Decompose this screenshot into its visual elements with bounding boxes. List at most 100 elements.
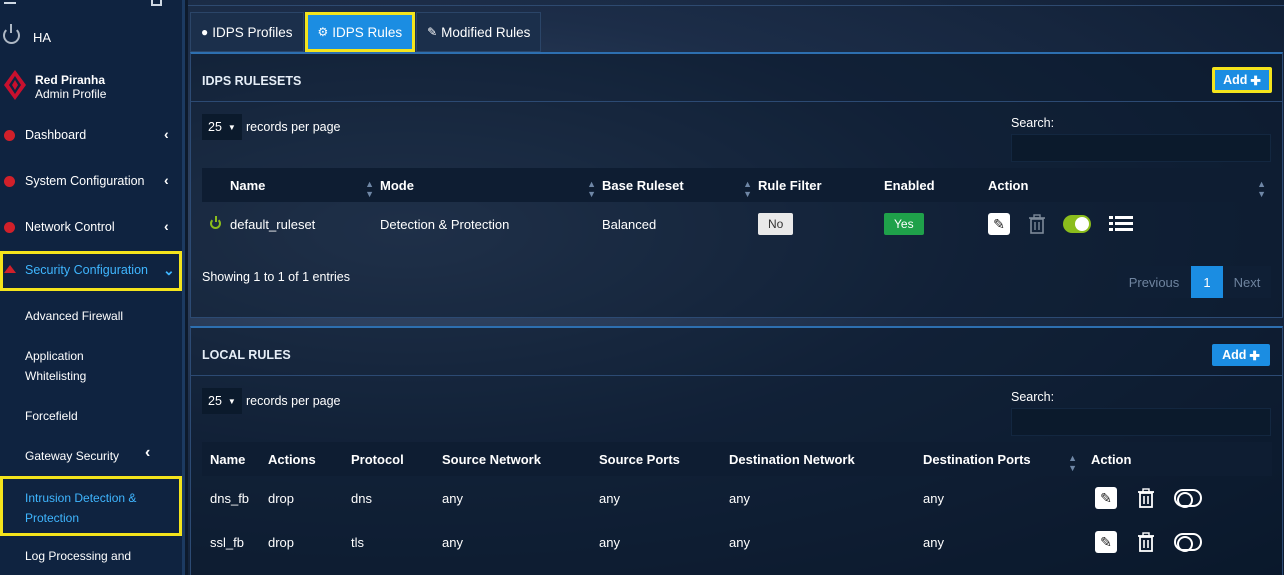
local-rules-table: Name Actions Protocol Source Network Sou…	[202, 442, 1272, 564]
trash-icon[interactable]	[1135, 487, 1157, 509]
dashboard-icon	[4, 130, 15, 141]
tab-idps-rules[interactable]: ⚙ IDPS Rules	[304, 12, 416, 52]
add-local-rule-button[interactable]: Add ✚	[1212, 344, 1270, 366]
column-header-name[interactable]: Name	[202, 442, 268, 476]
ruleset-name: default_ruleset	[230, 216, 316, 232]
column-header-source-network[interactable]: Source Network	[442, 442, 599, 476]
column-label: Enabled	[884, 177, 935, 193]
column-header-mode[interactable]: Mode ▲ ▼	[380, 168, 602, 202]
tab-label: Modified Rules	[441, 24, 531, 40]
sidebar-item-label: Dashboard	[25, 128, 87, 142]
sort-icon: ▲ ▼	[743, 179, 752, 199]
toggle-off-icon[interactable]	[1174, 489, 1203, 508]
records-per-page-label: records per page	[246, 394, 341, 408]
plus-icon: ✚	[1250, 73, 1261, 88]
column-header-destination-network[interactable]: Destination Network	[729, 442, 923, 476]
page-1-button[interactable]: 1	[1191, 266, 1223, 298]
rule-source-ports: any	[599, 490, 620, 506]
rule-destination-ports: any	[923, 534, 944, 550]
next-button[interactable]: Next	[1223, 266, 1271, 298]
column-header-actions[interactable]: Actions	[268, 442, 351, 476]
caret-down-icon: ▼	[227, 396, 236, 406]
globe-icon: ●	[201, 25, 209, 39]
sidebar-item-system-configuration[interactable]: System Configuration ‹	[0, 163, 182, 199]
search-label: Search:	[1011, 116, 1055, 130]
column-header-action[interactable]: Action	[1091, 442, 1272, 476]
column-header-enabled[interactable]: Enabled	[884, 168, 988, 202]
column-label: Source Network	[442, 451, 541, 467]
main-content: ● IDPS Profiles ⚙ IDPS Rules ✎ Modified …	[188, 0, 1284, 575]
edit-icon[interactable]: ✎	[1095, 531, 1117, 553]
sidebar-subitem-gateway-security[interactable]: Gateway Security	[25, 446, 119, 466]
rule-filter-badge[interactable]: No	[758, 213, 794, 235]
enabled-badge[interactable]: Yes	[884, 213, 924, 235]
gears-icon: ⚙	[317, 25, 329, 39]
ruleset-mode: Detection & Protection	[380, 216, 510, 232]
table-row: dns_fb drop dns any any any any ✎	[202, 476, 1272, 520]
rule-action: drop	[268, 534, 295, 550]
sidebar-item-security-configuration[interactable]: Security Configuration ⌄	[0, 251, 182, 291]
search-input[interactable]	[1011, 134, 1271, 162]
column-header-action[interactable]: Action ▲ ▼	[988, 168, 1272, 202]
panel-title: IDPS RULESETS	[202, 74, 302, 88]
rule-source-network: any	[442, 534, 463, 550]
column-label: Source Ports	[599, 451, 680, 467]
toggle-on-icon[interactable]	[1063, 215, 1092, 233]
plus-icon: ✚	[1249, 348, 1260, 363]
page-length-value: 25	[208, 394, 222, 408]
tab-modified-rules[interactable]: ✎ Modified Rules	[416, 12, 542, 52]
list-icon[interactable]	[1108, 215, 1133, 233]
rule-destination-ports: any	[923, 490, 944, 506]
rule-name: ssl_fb	[210, 534, 244, 550]
column-header-protocol[interactable]: Protocol	[351, 442, 442, 476]
sidebar-subitem-application[interactable]: Application	[25, 346, 84, 366]
trash-icon[interactable]	[1026, 213, 1048, 235]
tab-idps-profiles[interactable]: ● IDPS Profiles	[190, 12, 304, 52]
sidebar: HA Red Piranha Admin Profile Dashboard ‹…	[0, 0, 185, 575]
column-header-destination-ports[interactable]: Destination Ports ▲ ▼	[923, 442, 1091, 476]
sidebar-item-dashboard[interactable]: Dashboard ‹	[0, 117, 182, 153]
chevron-left-icon: ‹	[164, 126, 169, 142]
add-label: Add	[1223, 73, 1248, 87]
rule-name: dns_fb	[210, 490, 250, 506]
table-header-row: Name ▲ ▼ Mode ▲ ▼ Base Ruleset ▲ ▼ Rule Filter…	[202, 168, 1272, 202]
top-divider	[188, 0, 1284, 6]
edit-icon[interactable]: ✎	[988, 213, 1010, 235]
sidebar-subitem-label: Protection	[25, 511, 80, 525]
sort-icon: ▲ ▼	[587, 179, 596, 199]
column-header-base-ruleset[interactable]: Base Ruleset ▲ ▼	[602, 168, 758, 202]
sidebar-subitem-whitelisting[interactable]: Whitelisting	[25, 366, 86, 386]
page-length-select[interactable]: 25 ▼	[202, 388, 242, 414]
sort-icon: ▲ ▼	[365, 179, 374, 199]
edit-icon[interactable]	[151, 0, 162, 6]
previous-button[interactable]: Previous	[1117, 266, 1191, 298]
column-label: Action	[988, 177, 1029, 193]
search-label: Search:	[1011, 390, 1055, 404]
column-header-name[interactable]: Name ▲ ▼	[230, 168, 380, 202]
search-input[interactable]	[1011, 408, 1271, 436]
trash-icon[interactable]	[1135, 531, 1157, 553]
add-ruleset-button[interactable]: Add ✚	[1212, 67, 1272, 93]
tab-label: IDPS Rules	[332, 24, 403, 40]
menu-icon[interactable]	[4, 2, 16, 4]
edit-icon[interactable]: ✎	[1095, 487, 1117, 509]
sidebar-subitem-log-processing[interactable]: Log Processing and	[25, 546, 131, 566]
toggle-off-icon[interactable]	[1174, 533, 1203, 552]
page-length: 25 ▼ records per page	[202, 388, 341, 414]
column-header-source-ports[interactable]: Source Ports	[599, 442, 729, 476]
action-cell: ✎	[1091, 476, 1272, 520]
records-per-page-label: records per page	[246, 120, 341, 134]
sidebar-subitem-advanced-firewall[interactable]: Advanced Firewall	[25, 306, 123, 326]
admin-profile[interactable]: Red Piranha Admin Profile	[0, 64, 182, 108]
idps-rulesets-panel: IDPS RULESETS Add ✚ 25 ▼ records per pag…	[190, 52, 1283, 318]
column-header-rule-filter[interactable]: Rule Filter	[758, 168, 884, 202]
rule-protocol: tls	[351, 534, 364, 550]
page-length-select[interactable]: 25 ▼	[202, 114, 242, 140]
column-header-status	[202, 168, 230, 202]
ha-status[interactable]: HA	[0, 22, 182, 52]
sidebar-item-label: Security Configuration	[25, 263, 148, 277]
sidebar-subitem-intrusion-detection[interactable]: Intrusion Detection & Protection	[0, 476, 182, 536]
sidebar-subitem-forcefield[interactable]: Forcefield	[25, 406, 78, 426]
column-label: Base Ruleset	[602, 177, 684, 193]
sidebar-item-network-control[interactable]: Network Control ‹	[0, 209, 182, 245]
